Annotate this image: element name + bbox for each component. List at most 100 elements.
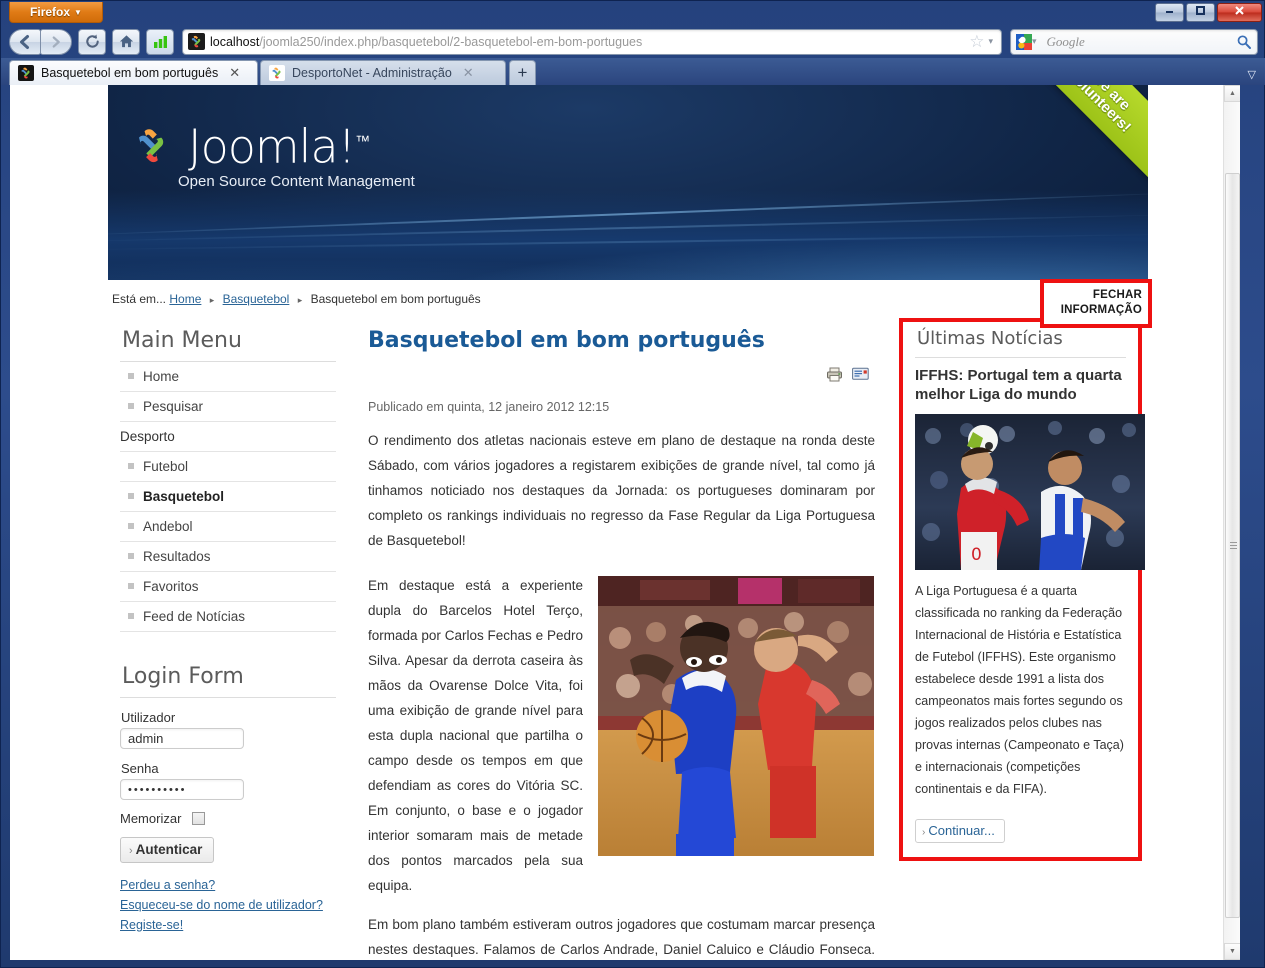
password-input[interactable]: ••••••••••: [120, 779, 244, 800]
url-host: localhost: [210, 34, 260, 49]
main-menu-list: Home Pesquisar Desporto Futebol Basquete…: [120, 362, 336, 632]
sidebar-heading-desporto: Desporto: [120, 422, 336, 452]
remember-me-label: Memorizar: [120, 811, 182, 826]
star-icon[interactable]: ☆: [965, 32, 988, 52]
tab-bar: Basquetebol em bom português ✕ DesportoN…: [1, 58, 1265, 85]
scroll-up-arrow-icon[interactable]: ▲: [1224, 85, 1240, 102]
firefox-menu-button[interactable]: Firefox ▼: [9, 2, 103, 23]
breadcrumb-link-home[interactable]: Home: [169, 292, 201, 306]
address-bar[interactable]: localhost/joomla250/index.php/basquetebo…: [182, 28, 1002, 55]
page-scrollbar[interactable]: ▲ ▼: [1223, 85, 1240, 960]
tab-close-icon[interactable]: ✕: [459, 65, 474, 81]
banner-wave-graphic: [108, 190, 1148, 280]
sidebar-item-label: Home: [143, 369, 180, 384]
printer-icon[interactable]: [826, 367, 843, 382]
sidebar-item-favoritos[interactable]: Favoritos: [120, 572, 336, 602]
chevron-down-icon[interactable]: ▾: [988, 36, 997, 47]
sidebar-item-feed-de-noticias[interactable]: Feed de Notícias: [120, 602, 336, 632]
sidebar-item-label: Feed de Notícias: [143, 609, 246, 624]
remember-me-row: Memorizar: [120, 811, 336, 826]
bullet-icon: [128, 613, 134, 619]
firefox-menu-label: Firefox: [30, 5, 71, 19]
close-information-line-1: FECHAR: [1092, 289, 1142, 301]
news-headline[interactable]: IFFHS: Portugal tem a quarta melhor Liga…: [915, 366, 1126, 404]
window-controls: [1155, 3, 1262, 22]
sidebar-item-label: Resultados: [143, 549, 211, 564]
sidebar-item-pesquisar[interactable]: Pesquisar: [120, 392, 336, 422]
bullet-icon: [128, 493, 134, 499]
breadcrumb-prefix: Está em...: [112, 292, 167, 306]
site-logo[interactable]: Joomla!™: [130, 118, 370, 172]
forgot-password-link[interactable]: Perdeu a senha?: [120, 875, 336, 895]
password-label: Senha: [121, 761, 159, 776]
sidebar-item-label: Andebol: [143, 519, 193, 534]
envelope-icon[interactable]: [852, 367, 869, 382]
news-body: A Liga Portuguesa é a quarta classificad…: [915, 584, 1124, 796]
back-forward-group: [9, 28, 72, 55]
home-button[interactable]: [112, 28, 140, 55]
content-columns: Main Menu Home Pesquisar Desporto Futebo…: [108, 314, 1148, 960]
article-tools: [368, 367, 875, 382]
bullet-icon: [128, 373, 134, 379]
close-button[interactable]: [1217, 3, 1262, 22]
site-banner: Joomla!™ Open Source Content Management …: [108, 85, 1148, 280]
close-information-button[interactable]: FECHAR INFORMAÇÃO: [1040, 279, 1152, 328]
tab-close-icon[interactable]: ✕: [225, 65, 240, 81]
username-input[interactable]: admin: [120, 728, 244, 749]
joomla-logo-icon: [130, 122, 176, 172]
bullet-icon: [128, 463, 134, 469]
back-button[interactable]: [9, 28, 41, 55]
sidebar-item-andebol[interactable]: Andebol: [120, 512, 336, 542]
forward-button[interactable]: [40, 28, 72, 55]
login-submit-button[interactable]: › Autenticar: [120, 837, 215, 863]
login-helper-links: Perdeu a senha? Esqueceu-se do nome de u…: [120, 875, 336, 935]
publish-date: Publicado em quinta, 12 janeiro 2012 12:…: [368, 400, 610, 414]
sidebar-item-futebol[interactable]: Futebol: [120, 452, 336, 482]
sidebar-item-label: Favoritos: [143, 579, 199, 594]
search-input[interactable]: Google: [1041, 34, 1236, 50]
sidebar-item-label: Desporto: [120, 429, 175, 444]
magnifier-icon[interactable]: [1236, 34, 1252, 50]
sidebar-item-resultados[interactable]: Resultados: [120, 542, 336, 572]
minimize-icon: [1166, 11, 1173, 13]
chevron-right-icon: ›: [129, 845, 133, 857]
page-viewport: Joomla!™ Open Source Content Management …: [10, 85, 1240, 960]
article-paragraph-1: O rendimento dos atletas nacionais estev…: [368, 433, 875, 548]
search-bar[interactable]: ▾ Google: [1010, 28, 1258, 55]
google-icon: [1016, 33, 1032, 50]
volunteers-ribbon-text: We are volunteers!: [1065, 85, 1144, 136]
sidebar-item-label: Basquetebol: [143, 489, 225, 504]
maximize-button[interactable]: [1186, 3, 1215, 22]
stats-button[interactable]: [146, 28, 174, 55]
bar-chart-icon: [153, 36, 167, 48]
joomla-favicon-icon: [18, 65, 34, 81]
forgot-username-link[interactable]: Esqueceu-se do nome de utilizador?: [120, 895, 336, 915]
sidebar-item-basquetebol[interactable]: Basquetebol: [120, 482, 336, 512]
scroll-down-arrow-icon[interactable]: ▼: [1224, 943, 1240, 960]
forward-arrow-icon: [52, 35, 60, 48]
home-icon: [119, 35, 133, 48]
close-icon: [1235, 6, 1244, 15]
scrollbar-thumb[interactable]: [1225, 173, 1240, 918]
tab-desportonet-admin[interactable]: DesportoNet - Administração ✕: [260, 60, 506, 85]
browser-window: Firefox ▼ localhost/joomla250/index.php/…: [0, 0, 1265, 968]
tab-list-chevron-down-icon[interactable]: ▽: [1248, 68, 1256, 81]
tab-title: Basquetebol em bom português: [41, 66, 219, 80]
latest-news-module: Últimas Notícias IFFHS: Portugal tem a q…: [899, 318, 1145, 861]
back-arrow-icon: [20, 34, 29, 49]
web-page: Joomla!™ Open Source Content Management …: [10, 85, 1223, 960]
tab-basquetebol[interactable]: Basquetebol em bom português ✕: [9, 60, 258, 85]
remember-me-checkbox[interactable]: [192, 812, 206, 825]
volunteers-ribbon[interactable]: We are volunteers!: [1011, 85, 1148, 190]
maximize-icon: [1196, 6, 1205, 15]
register-link[interactable]: Registe-se!: [120, 915, 336, 935]
reload-button[interactable]: [78, 28, 106, 55]
minimize-button[interactable]: [1155, 3, 1184, 22]
sidebar-item-home[interactable]: Home: [120, 362, 336, 392]
breadcrumb-link-basquetebol[interactable]: Basquetebol: [223, 292, 290, 306]
scrollbar-grip-icon: [1230, 541, 1237, 550]
news-continue-button[interactable]: › Continuar...: [915, 818, 1005, 843]
chevron-down-icon[interactable]: ▾: [1032, 36, 1041, 47]
new-tab-button[interactable]: +: [509, 60, 536, 85]
chevron-right-icon: ›: [922, 826, 926, 838]
